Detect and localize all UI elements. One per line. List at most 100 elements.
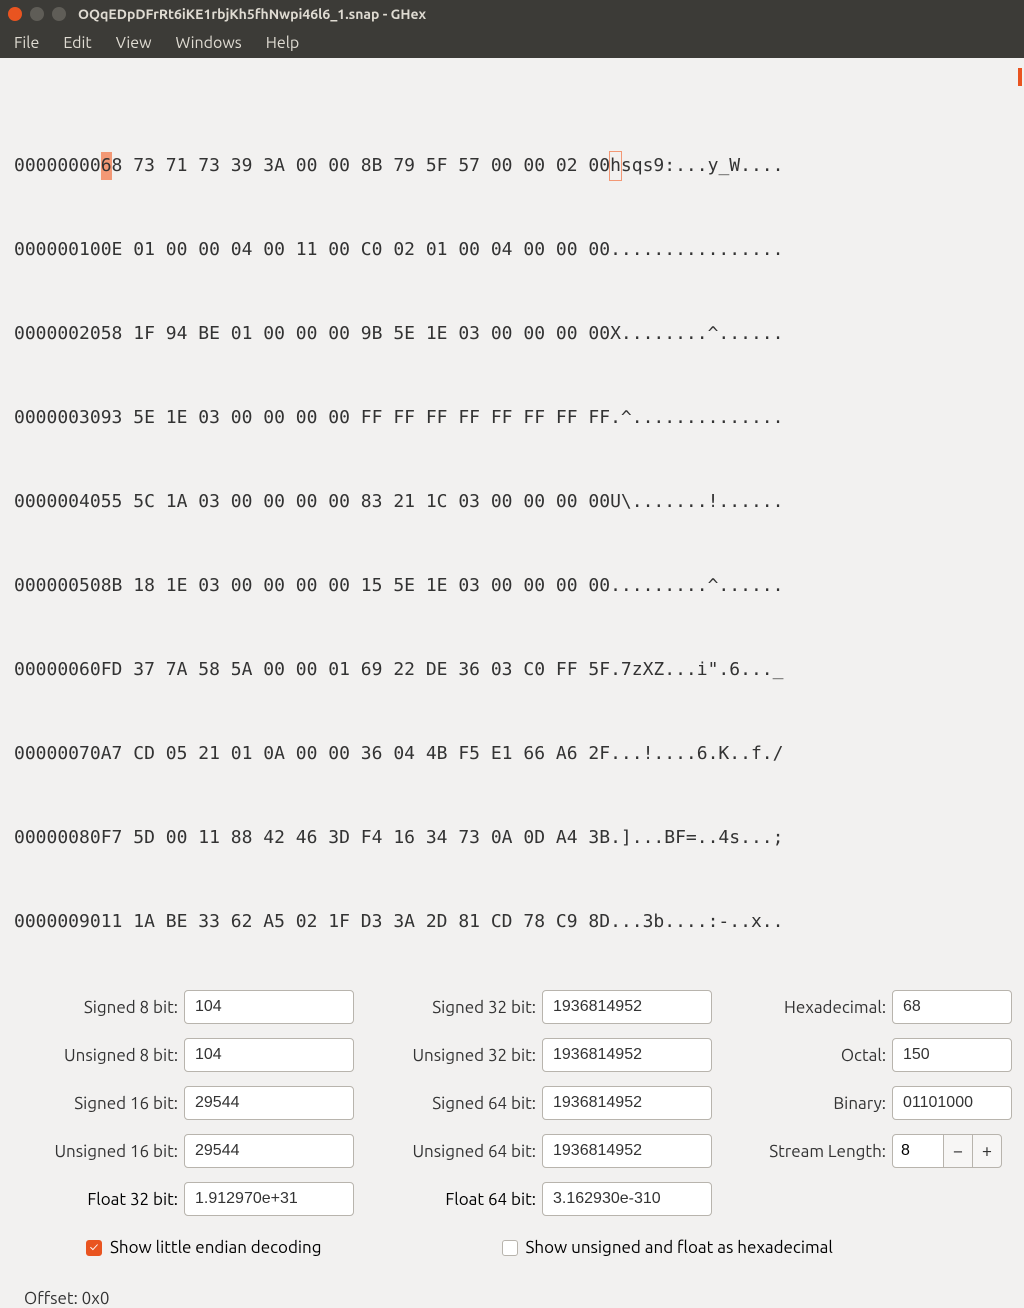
menubar: File Edit View Windows Help: [0, 28, 1024, 58]
hex-row: 0000003093 5E 1E 03 00 00 00 00 FF FF FF…: [14, 404, 1010, 432]
status-offset: Offset: 0x0: [0, 1265, 1024, 1308]
offset-col: 00000000: [14, 152, 101, 180]
hex-row: 0000004055 5C 1A 03 00 00 00 00 83 21 1C…: [14, 488, 1010, 516]
hex-byte: 55: [101, 488, 123, 516]
titlebar: OQqEDpDFrRt6iKE1rbjKh5fhNwpi46l6_1.snap …: [0, 0, 1024, 28]
hex-bytes: 5C 1A 03 00 00 00 00 83 21 1C 03 00 00 0…: [122, 488, 610, 516]
checkbox-hex-float[interactable]: Show unsigned and float as hexadecimal: [502, 1238, 833, 1257]
window-title: OQqEDpDFrRt6iKE1rbjKh5fhNwpi46l6_1.snap …: [78, 6, 426, 22]
signed-64-input[interactable]: [542, 1086, 712, 1120]
ascii-col: ...!....6.K..f./: [610, 740, 783, 768]
label-unsigned-16: Unsigned 16 bit:: [24, 1142, 184, 1161]
offset-col: 00000090: [14, 908, 101, 936]
label-binary: Binary:: [742, 1094, 892, 1113]
menu-edit[interactable]: Edit: [63, 34, 91, 52]
label-float-64: Float 64 bit:: [392, 1190, 542, 1209]
ascii-col: .]...BF=..4s...;: [610, 824, 783, 852]
float-32-input[interactable]: [184, 1182, 354, 1216]
ascii-col: sqs9:...y_W....: [621, 152, 784, 180]
checkbox-label: Show unsigned and float as hexadecimal: [526, 1238, 833, 1257]
unsigned-64-input[interactable]: [542, 1134, 712, 1168]
hex-bytes: 1A BE 33 62 A5 02 1F D3 3A 2D 81 CD 78 C…: [122, 908, 610, 936]
signed-16-input[interactable]: [184, 1086, 354, 1120]
label-unsigned-8: Unsigned 8 bit:: [24, 1046, 184, 1065]
hex-input[interactable]: [892, 990, 1012, 1024]
ascii-col: .^..............: [610, 404, 783, 432]
checkbox-label: Show little endian decoding: [110, 1238, 322, 1257]
minimize-icon[interactable]: [30, 7, 44, 21]
hex-byte: 11: [101, 908, 123, 936]
ascii-col: U\.......!......: [610, 488, 783, 516]
float-64-input[interactable]: [542, 1182, 712, 1216]
hex-byte: F7: [101, 824, 123, 852]
unsigned-32-input[interactable]: [542, 1038, 712, 1072]
offset-col: 00000010: [14, 236, 101, 264]
stream-plus-button[interactable]: +: [972, 1134, 1002, 1168]
scrollbar-thumb[interactable]: [1018, 68, 1022, 86]
hex-row: 0000002058 1F 94 BE 01 00 00 00 9B 5E 1E…: [14, 320, 1010, 348]
checkbox-little-endian[interactable]: ✓ Show little endian decoding: [86, 1238, 322, 1257]
hex-row: 00000060FD 37 7A 58 5A 00 00 01 69 22 DE…: [14, 656, 1010, 684]
label-signed-8: Signed 8 bit:: [24, 998, 184, 1017]
label-unsigned-32: Unsigned 32 bit:: [392, 1046, 542, 1065]
hex-bytes: CD 05 21 01 0A 00 00 36 04 4B F5 E1 66 A…: [122, 740, 610, 768]
hex-bytes: 01 00 00 04 00 11 00 C0 02 01 00 04 00 0…: [122, 236, 610, 264]
hex-row: 0000009011 1A BE 33 62 A5 02 1F D3 3A 2D…: [14, 908, 1010, 936]
conversion-panel: Signed 8 bit: Signed 32 bit: Hexadecimal…: [0, 974, 1024, 1265]
hex-bytes: 37 7A 58 5A 00 00 01 69 22 DE 36 03 C0 F…: [122, 656, 610, 684]
hex-bytes: 1F 94 BE 01 00 00 00 9B 5E 1E 03 00 00 0…: [122, 320, 610, 348]
menu-file[interactable]: File: [14, 34, 39, 52]
hex-row: 00000080F7 5D 00 11 88 42 46 3D F4 16 34…: [14, 824, 1010, 852]
hex-byte: FD: [101, 656, 123, 684]
hex-view[interactable]: 0000000068 73 71 73 39 3A 00 00 8B 79 5F…: [0, 58, 1024, 974]
hex-byte: 93: [101, 404, 123, 432]
check-icon: ✓: [86, 1240, 102, 1256]
label-hex: Hexadecimal:: [742, 998, 892, 1017]
hex-byte-hl: 6: [101, 152, 112, 180]
label-unsigned-64: Unsigned 64 bit:: [392, 1142, 542, 1161]
ascii-col: .7zXZ...i".6..._: [610, 656, 783, 684]
maximize-icon[interactable]: [52, 7, 66, 21]
hex-byte: A7: [101, 740, 123, 768]
hex-byte: 58: [101, 320, 123, 348]
offset-col: 00000070: [14, 740, 101, 768]
menu-windows[interactable]: Windows: [176, 34, 242, 52]
stream-length-input[interactable]: [892, 1134, 944, 1168]
close-icon[interactable]: [8, 7, 22, 21]
unsigned-16-input[interactable]: [184, 1134, 354, 1168]
offset-col: 00000060: [14, 656, 101, 684]
ascii-col: .........^......: [610, 572, 783, 600]
hex-row: 000000508B 18 1E 03 00 00 00 00 15 5E 1E…: [14, 572, 1010, 600]
offset-col: 00000040: [14, 488, 101, 516]
hex-bytes: 18 1E 03 00 00 00 00 15 5E 1E 03 00 00 0…: [122, 572, 610, 600]
menu-help[interactable]: Help: [266, 34, 300, 52]
signed-8-input[interactable]: [184, 990, 354, 1024]
hex-byte: 8B: [101, 572, 123, 600]
offset-col: 00000020: [14, 320, 101, 348]
offset-col: 00000080: [14, 824, 101, 852]
offset-col: 00000030: [14, 404, 101, 432]
stream-minus-button[interactable]: −: [943, 1134, 973, 1168]
checkbox-icon: [502, 1240, 518, 1256]
hex-bytes: 5E 1E 03 00 00 00 00 FF FF FF FF FF FF F…: [122, 404, 610, 432]
hex-byte: 8: [112, 152, 123, 180]
hex-row: 0000000068 73 71 73 39 3A 00 00 8B 79 5F…: [14, 152, 1010, 180]
menu-view[interactable]: View: [116, 34, 152, 52]
hex-row: 000000100E 01 00 00 04 00 11 00 C0 02 01…: [14, 236, 1010, 264]
label-signed-64: Signed 64 bit:: [392, 1094, 542, 1113]
hex-bytes: 5D 00 11 88 42 46 3D F4 16 34 73 0A 0D A…: [122, 824, 610, 852]
binary-input[interactable]: [892, 1086, 1012, 1120]
ascii-col: ...3b....:-..x..: [610, 908, 783, 936]
unsigned-8-input[interactable]: [184, 1038, 354, 1072]
label-signed-32: Signed 32 bit:: [392, 998, 542, 1017]
label-signed-16: Signed 16 bit:: [24, 1094, 184, 1113]
ascii-col: ................: [610, 236, 783, 264]
hex-byte: 0E: [101, 236, 123, 264]
hex-row: 00000070A7 CD 05 21 01 0A 00 00 36 04 4B…: [14, 740, 1010, 768]
ascii-col: X........^......: [610, 320, 783, 348]
signed-32-input[interactable]: [542, 990, 712, 1024]
offset-col: 00000050: [14, 572, 101, 600]
octal-input[interactable]: [892, 1038, 1012, 1072]
label-octal: Octal:: [742, 1046, 892, 1065]
label-stream-length: Stream Length:: [742, 1142, 892, 1161]
